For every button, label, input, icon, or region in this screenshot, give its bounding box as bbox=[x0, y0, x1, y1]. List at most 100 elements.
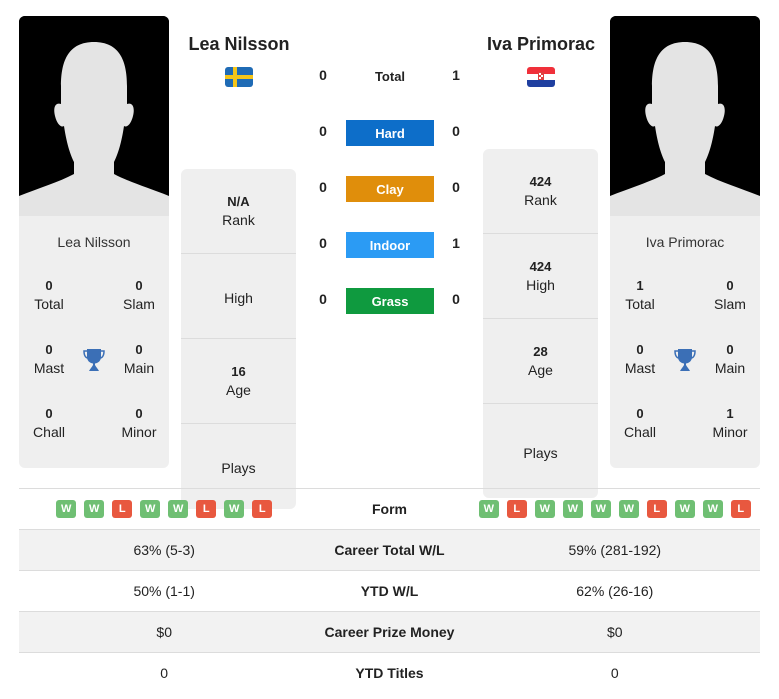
player2-info-card: 424 Rank 424 High 28 Age Plays bbox=[483, 149, 598, 498]
sweden-flag-icon bbox=[225, 67, 253, 87]
surface-hard-button[interactable]: Hard bbox=[346, 120, 434, 146]
label: Age bbox=[528, 362, 553, 378]
surface-indoor-button[interactable]: Indoor bbox=[346, 232, 434, 258]
form-win-badge[interactable]: W bbox=[56, 500, 77, 518]
player1-card: Lea Nilsson 0 Total 0 Slam 0 Mast 0 Main… bbox=[19, 216, 169, 468]
player1-name[interactable]: Lea Nilsson bbox=[170, 34, 308, 55]
form-win-badge[interactable]: W bbox=[590, 500, 611, 518]
value: 0 bbox=[726, 342, 734, 357]
player1-titles-chall: 0 Chall bbox=[19, 406, 79, 440]
player2-titles-minor: 1 Minor bbox=[700, 406, 760, 440]
label: High bbox=[526, 277, 555, 293]
label: Mast bbox=[624, 360, 656, 376]
table-row: 50% (1-1) YTD W/L 62% (26-16) bbox=[19, 570, 760, 612]
player1-titles-total: 0 Total bbox=[19, 278, 79, 312]
label: Minor bbox=[712, 424, 748, 440]
label: Plays bbox=[221, 460, 256, 476]
value: N/A bbox=[227, 194, 250, 209]
player2-titles-chall: 0 Chall bbox=[610, 406, 670, 440]
player1-info-card: N/A Rank High 16 Age Plays bbox=[181, 169, 296, 509]
label: Age bbox=[226, 382, 251, 398]
row-label: Career Total W/L bbox=[309, 529, 470, 571]
label: Rank bbox=[524, 192, 557, 208]
player2-titles-total: 1 Total bbox=[610, 278, 670, 312]
player2-value: 62% (26-16) bbox=[469, 570, 760, 612]
table-row: 63% (5-3) Career Total W/L 59% (281-192) bbox=[19, 529, 760, 571]
value: 0 bbox=[135, 406, 143, 421]
label: Main bbox=[714, 360, 746, 376]
player1-card-name[interactable]: Lea Nilsson bbox=[19, 234, 169, 250]
form-win-badge[interactable]: W bbox=[84, 500, 105, 518]
value: 1 bbox=[636, 278, 644, 293]
trophy-icon bbox=[82, 347, 106, 373]
form-loss-badge[interactable]: L bbox=[252, 500, 273, 518]
value: 1 bbox=[726, 406, 734, 421]
player1-titles-slam: 0 Slam bbox=[109, 278, 169, 312]
h2h-hard-p2: 0 bbox=[452, 123, 460, 139]
table-row: $0 Career Prize Money $0 bbox=[19, 611, 760, 653]
h2h-clay-p2: 0 bbox=[452, 179, 460, 195]
surface-grass-button[interactable]: Grass bbox=[346, 288, 434, 314]
label: Minor bbox=[121, 424, 157, 440]
player2-value: 59% (281-192) bbox=[469, 529, 760, 571]
player2-photo bbox=[610, 16, 760, 216]
label: Mast bbox=[33, 360, 65, 376]
value: 0 bbox=[45, 342, 53, 357]
player1-titles-main: 0 Main bbox=[109, 342, 169, 376]
player2-form: WLWWWWLWWL bbox=[469, 488, 760, 530]
form-loss-badge[interactable]: L bbox=[506, 500, 527, 518]
form-loss-badge[interactable]: L bbox=[730, 500, 751, 518]
form-win-badge[interactable]: W bbox=[140, 500, 161, 518]
label: Rank bbox=[222, 212, 255, 228]
player2-titles-mast: 0 Mast bbox=[610, 342, 670, 376]
surface-clay-button[interactable]: Clay bbox=[346, 176, 434, 202]
player2-card: Iva Primorac 1 Total 0 Slam 0 Mast 0 Mai… bbox=[610, 216, 760, 468]
form-label: Form bbox=[309, 488, 470, 530]
form-win-badge[interactable]: W bbox=[562, 500, 583, 518]
form-loss-badge[interactable]: L bbox=[646, 500, 667, 518]
form-row: WWLWWLWL Form WLWWWWLWWL bbox=[19, 488, 760, 530]
form-win-badge[interactable]: W bbox=[534, 500, 555, 518]
form-loss-badge[interactable]: L bbox=[112, 500, 133, 518]
h2h-total-p1: 0 bbox=[319, 67, 327, 83]
row-label: YTD Titles bbox=[309, 652, 470, 694]
form-win-badge[interactable]: W bbox=[224, 500, 245, 518]
value: 0 bbox=[45, 278, 53, 293]
form-loss-badge[interactable]: L bbox=[196, 500, 217, 518]
form-win-badge[interactable]: W bbox=[702, 500, 723, 518]
h2h-indoor-p1: 0 bbox=[319, 235, 327, 251]
h2h-grass-p1: 0 bbox=[319, 291, 327, 307]
label: Total bbox=[34, 296, 64, 312]
label: Chall bbox=[33, 424, 65, 440]
player1-rank: N/A Rank bbox=[181, 169, 296, 254]
label: Total bbox=[625, 296, 655, 312]
player2-high: 424 High bbox=[483, 234, 598, 319]
player-silhouette-icon bbox=[19, 16, 169, 216]
player2-value: $0 bbox=[469, 611, 760, 653]
player2-card-name[interactable]: Iva Primorac bbox=[610, 234, 760, 250]
label: High bbox=[224, 289, 253, 306]
form-win-badge[interactable]: W bbox=[618, 500, 639, 518]
player2-form-badges: WLWWWWLWWL bbox=[470, 500, 760, 518]
value: 0 bbox=[636, 342, 644, 357]
player1-value: 50% (1-1) bbox=[19, 570, 310, 612]
h2h-hard-p1: 0 bbox=[319, 123, 327, 139]
form-win-badge[interactable]: W bbox=[674, 500, 695, 518]
form-win-badge[interactable]: W bbox=[168, 500, 189, 518]
label: Slam bbox=[123, 296, 155, 312]
row-label: Career Prize Money bbox=[309, 611, 470, 653]
label: Slam bbox=[714, 296, 746, 312]
value: 424 bbox=[529, 259, 552, 274]
value: 16 bbox=[231, 364, 246, 379]
player-silhouette-icon bbox=[610, 16, 760, 216]
player2-titles-main: 0 Main bbox=[700, 342, 760, 376]
player2-rank: 424 Rank bbox=[483, 149, 598, 234]
value: 0 bbox=[135, 342, 143, 357]
label: Chall bbox=[624, 424, 656, 440]
h2h-clay-p1: 0 bbox=[319, 179, 327, 195]
label: Plays bbox=[523, 444, 558, 461]
form-win-badge[interactable]: W bbox=[478, 500, 499, 518]
player1-value: 63% (5-3) bbox=[19, 529, 310, 571]
player2-name[interactable]: Iva Primorac bbox=[472, 34, 610, 55]
player1-age: 16 Age bbox=[181, 339, 296, 424]
